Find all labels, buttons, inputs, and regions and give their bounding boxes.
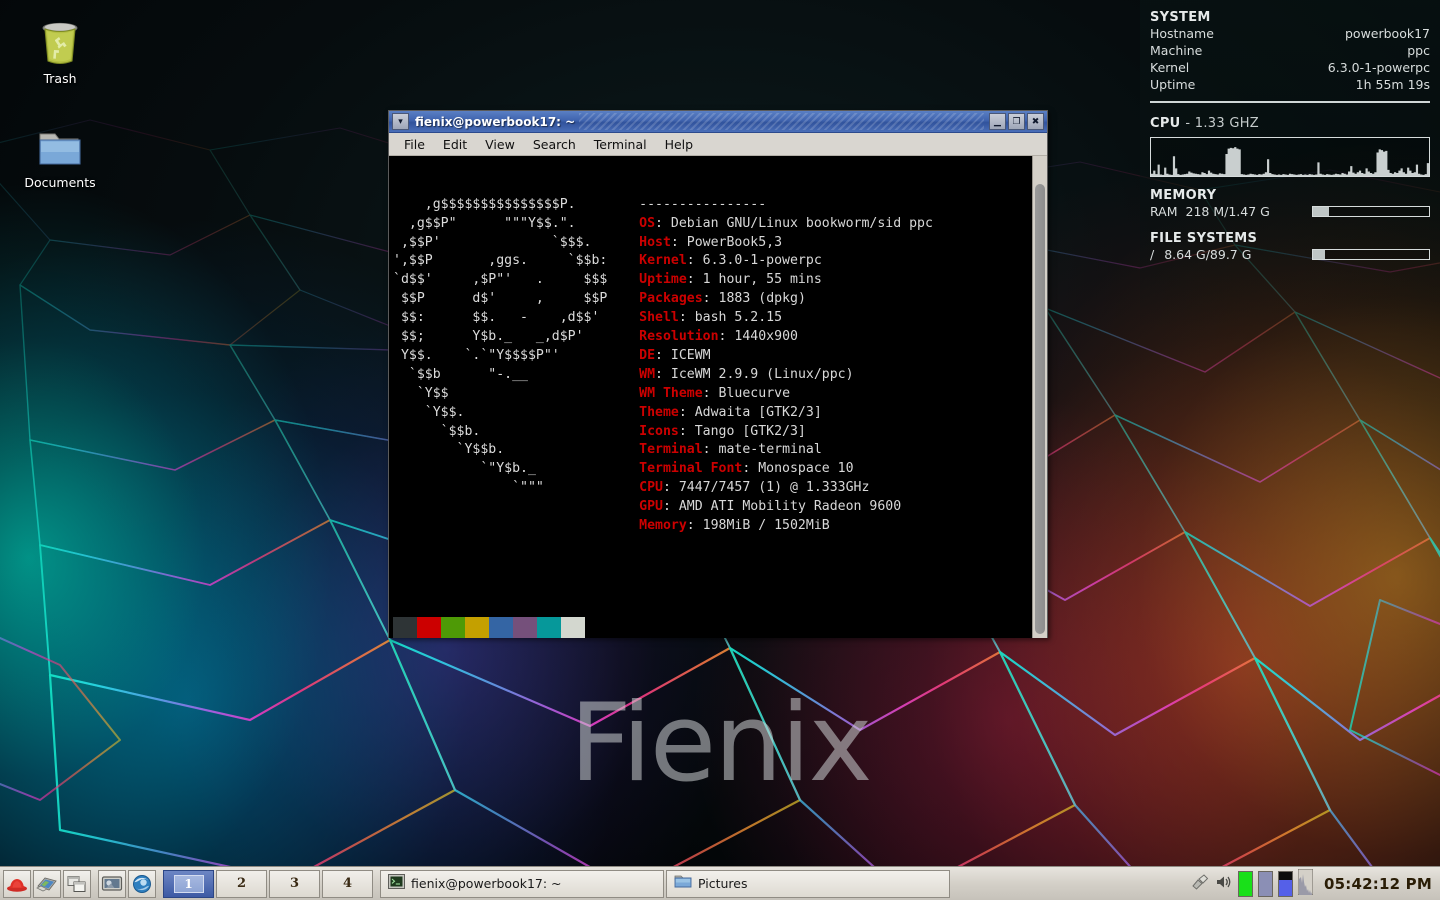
palette-row-normal [393,617,1032,638]
memory-usage-bar [1312,206,1430,217]
conky-cpu-speed: - 1.33 GHZ [1185,116,1260,131]
folder-icon [12,118,108,170]
taskbar-window-terminal[interactable]: fienix@powerbook17: ~ [380,869,664,898]
workspace-button-3[interactable]: 3 [269,869,320,898]
net-graph-monitor[interactable] [1297,868,1314,899]
terminal-scrollbar[interactable] [1032,156,1047,638]
conky-memory-value: 218 M/1.47 G [1185,204,1270,219]
conky-filesystems-heading: FILE SYSTEMS [1150,231,1258,246]
palette-swatch-7 [561,617,585,638]
workspace-button-2[interactable]: 2 [216,869,267,898]
system-tray[interactable]: 05:42:12 PM [1190,868,1438,899]
menu-terminal[interactable]: Terminal [585,135,656,154]
palette-swatch-5 [513,617,537,638]
cpu-usage-graph [1150,137,1430,177]
network-icon[interactable] [1190,873,1210,895]
palette-swatch-3 [465,617,489,638]
conky-value: ppc [1407,43,1430,58]
desktop-icon-label: Trash [43,71,77,86]
conky-label: Hostname [1150,26,1214,41]
conky-cpu-heading: CPU - 1.33 GHZ [1150,116,1430,131]
system-monitor-panel: SYSTEM Hostname powerbook17 Machine ppc … [1140,0,1440,330]
show-desktop-button[interactable] [98,869,126,898]
maximize-button[interactable]: ❐ [1008,113,1025,130]
start-menu-button[interactable] [3,869,31,898]
window-menu-icon[interactable]: ▾ [392,113,409,130]
taskbar-clock[interactable]: 05:42:12 PM [1318,875,1432,893]
titlebar-hatch [579,113,984,130]
trash-icon [12,14,108,66]
terminal-output[interactable]: ,g$$$$$$$$$$$$$$$P. ---------------- ,g$… [389,156,1032,638]
volume-icon[interactable] [1215,873,1233,895]
net-monitor[interactable] [1278,870,1294,897]
conky-label: Kernel [1150,60,1190,75]
menu-search[interactable]: Search [524,135,585,154]
conky-system-heading: SYSTEM [1150,10,1211,25]
menu-file[interactable]: File [395,135,434,154]
desktop-icon-trash[interactable]: Trash [12,14,108,86]
menu-view[interactable]: View [476,135,524,154]
conky-row-uptime: Uptime 1h 55m 19s [1150,76,1430,93]
palette-swatch-6 [537,617,561,638]
desktop-screen: Fienix Trash Documents SYSTEM Hostname p… [0,0,1440,900]
conky-label: Uptime [1150,77,1196,92]
taskbar-window-pictures[interactable]: Pictures [666,869,950,898]
conky-divider [1150,101,1430,103]
terminal-icon [388,874,405,893]
terminal-color-palette [393,580,1032,638]
scrollbar-thumb[interactable] [1035,184,1045,634]
desktop-icon-documents[interactable]: Documents [12,118,108,190]
conky-value: 1h 55m 19s [1355,77,1430,92]
conky-value: powerbook17 [1344,26,1430,41]
terminal-menubar[interactable]: File Edit View Search Terminal Help [389,133,1047,156]
conky-memory-heading: MEMORY [1150,188,1217,203]
desktop-icon-label: Documents [24,175,96,190]
palette-swatch-1 [417,617,441,638]
taskbar-window-label: fienix@powerbook17: ~ [411,876,562,891]
conky-filesystem-row: / 8.64 G/89.7 G [1150,246,1430,263]
palette-swatch-2 [441,617,465,638]
taskbar-window-label: Pictures [698,876,748,891]
workspace-label: 1 [173,874,204,893]
minimize-button[interactable]: ▁ [989,113,1006,130]
conky-fs-value: 8.64 G/89.7 G [1164,247,1252,262]
conky-row-hostname: Hostname powerbook17 [1150,25,1430,42]
conky-value: 6.3.0-1-powerpc [1327,60,1430,75]
workspace-button-1[interactable]: 1 [163,869,214,898]
memory-monitor[interactable] [1238,870,1254,897]
conky-memory-label: RAM [1150,204,1178,219]
folder-icon [674,874,692,893]
terminal-titlebar[interactable]: ▾ fienix@powerbook17: ~ ▁ ❐ ✖ [389,111,1047,133]
menu-edit[interactable]: Edit [434,135,476,154]
filesystem-usage-bar [1312,249,1430,260]
cpu-monitor[interactable] [1258,870,1274,897]
close-button[interactable]: ✖ [1027,113,1044,130]
show-windows-button[interactable] [63,869,91,898]
terminal-title: fienix@powerbook17: ~ [415,114,576,129]
conky-fs-label: / [1150,247,1155,262]
conky-label: Machine [1150,43,1203,58]
conky-memory-row: RAM 218 M/1.47 G [1150,203,1430,220]
workspace-button-4[interactable]: 4 [322,869,373,898]
browser-launcher[interactable] [128,869,156,898]
conky-row-machine: Machine ppc [1150,42,1430,59]
window-controls[interactable]: ▁ ❐ ✖ [988,113,1045,130]
menu-help[interactable]: Help [656,135,703,154]
wallpaper-brand-text: Fienix [569,681,872,806]
terminal-window[interactable]: ▾ fienix@powerbook17: ~ ▁ ❐ ✖ File Edit … [388,110,1048,638]
terminal-body[interactable]: ,g$$$$$$$$$$$$$$$P. ---------------- ,g$… [389,156,1047,638]
conky-cpu-title: CPU [1150,116,1181,131]
window-list-button[interactable] [33,869,61,898]
neofetch-output: ,g$$$$$$$$$$$$$$$P. ---------------- ,g$… [393,196,933,533]
palette-swatch-0 [393,617,417,638]
conky-row-kernel: Kernel 6.3.0-1-powerpc [1150,59,1430,76]
palette-swatch-4 [489,617,513,638]
taskbar[interactable]: 1 2 3 4 fienix@powerbook17: ~ Pictures 0… [0,866,1440,900]
